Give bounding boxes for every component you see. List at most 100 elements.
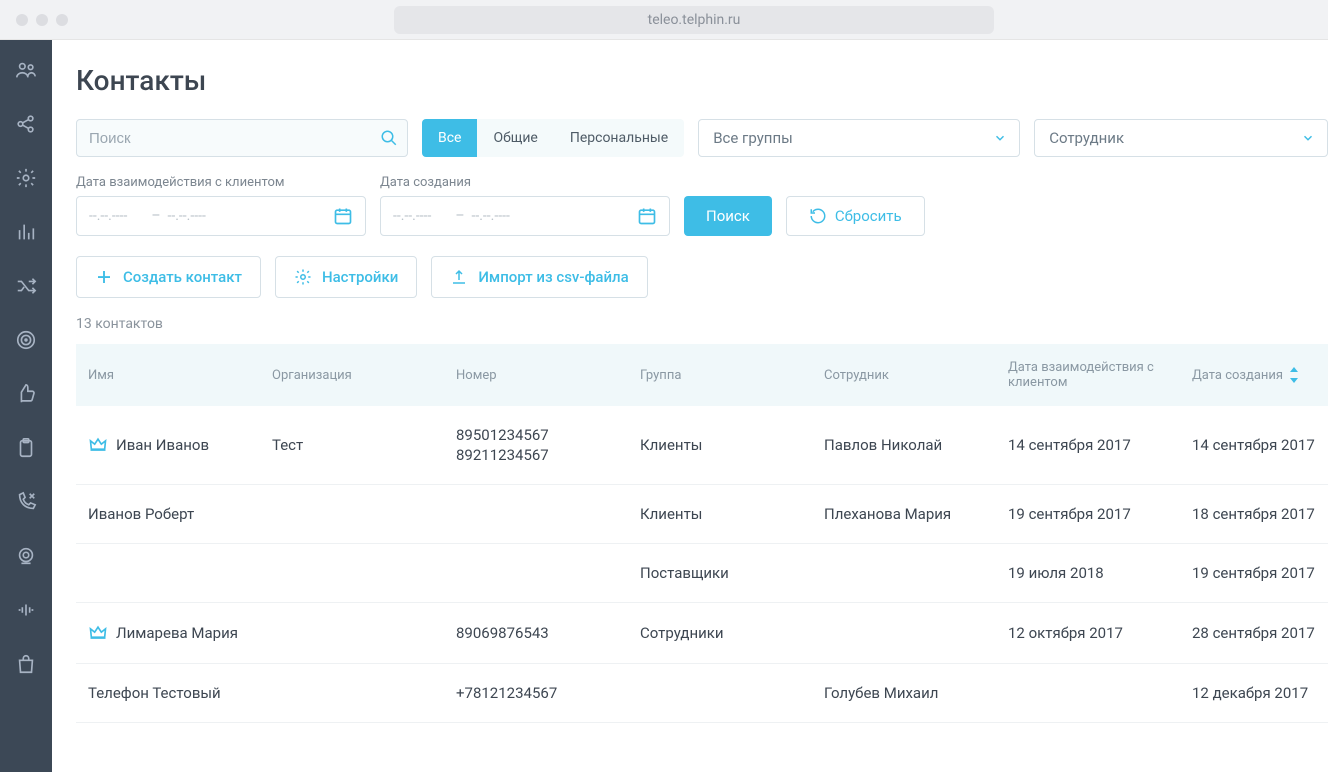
crown-icon: [88, 435, 108, 455]
col-group[interactable]: Группа: [640, 360, 820, 390]
sidebar: [0, 40, 52, 772]
cell-name: Иван Иванов: [88, 435, 268, 455]
date-created-input[interactable]: --.--.---- – --.--.----: [380, 196, 670, 236]
upload-icon: [450, 268, 468, 286]
page-title: Контакты: [76, 64, 1328, 97]
settings-label: Настройки: [322, 268, 398, 286]
search-input[interactable]: [76, 119, 408, 157]
date-from: --.--.----: [393, 208, 431, 224]
url-bar[interactable]: teleo.telphin.ru: [394, 6, 994, 34]
table-row[interactable]: Телефон Тестовый +78121234567 Голубев Миха…: [76, 664, 1328, 723]
cell-group: Клиенты: [640, 505, 820, 523]
traffic-light-maximize[interactable]: [56, 14, 68, 26]
create-contact-button[interactable]: Создать контакт: [76, 256, 261, 298]
cell-created: 12 декабря 2017: [1192, 684, 1328, 702]
scope-shared[interactable]: Общие: [477, 119, 553, 157]
cell-group: Клиенты: [640, 436, 820, 454]
create-label: Создать контакт: [123, 268, 242, 286]
cell-group: Сотрудники: [640, 624, 820, 642]
cell-created: 14 сентября 2017: [1192, 436, 1328, 454]
date-sep: –: [455, 208, 464, 224]
count-label: 13 контактов: [76, 316, 1328, 332]
nav-share-icon[interactable]: [14, 112, 38, 136]
date-from: --.--.----: [89, 208, 127, 224]
col-employee[interactable]: Сотрудник: [824, 360, 1004, 390]
col-created-label: Дата создания: [1192, 368, 1283, 383]
nav-settings-icon[interactable]: [14, 166, 38, 190]
nav-clipboard-icon[interactable]: [14, 436, 38, 460]
settings-button[interactable]: Настройки: [275, 256, 417, 298]
window-controls: [16, 14, 68, 26]
cell-group: Поставщики: [640, 564, 820, 582]
cell-interaction: 19 июля 2018: [1008, 564, 1188, 582]
reset-label: Сбросить: [835, 207, 902, 225]
calendar-icon: [637, 206, 657, 226]
cell-created: 19 сентября 2017: [1192, 564, 1328, 582]
nav-shuffle-icon[interactable]: [14, 274, 38, 298]
nav-shop-icon[interactable]: [14, 652, 38, 676]
cell-name: Телефон Тестовый: [88, 684, 268, 702]
table-row[interactable]: Лимарева Мария 89069876543Сотрудники 12 ок…: [76, 603, 1328, 664]
cell-employee: Плеханова Мария: [824, 505, 1004, 523]
traffic-light-close[interactable]: [16, 14, 28, 26]
nav-camera-icon[interactable]: [14, 544, 38, 568]
nav-audio-icon[interactable]: [14, 598, 38, 622]
date-interaction-input[interactable]: --.--.---- – --.--.----: [76, 196, 366, 236]
table-header: Имя Организация Номер Группа Сотрудник Д…: [76, 344, 1328, 406]
date-interaction-group: Дата взаимодействия с клиентом --.--.---…: [76, 175, 366, 236]
table-body: Иван ИвановТест8950123456789211234567Кли…: [76, 406, 1328, 723]
scope-all[interactable]: Все: [422, 119, 477, 157]
nav-stats-icon[interactable]: [14, 220, 38, 244]
col-created[interactable]: Дата создания: [1192, 360, 1328, 390]
reset-button[interactable]: Сбросить: [786, 196, 925, 236]
cell-interaction: 14 сентября 2017: [1008, 436, 1188, 454]
date-sep: –: [151, 208, 160, 224]
search-icon: [380, 129, 398, 147]
filters-row-2: Дата взаимодействия с клиентом --.--.---…: [76, 175, 1328, 236]
gear-icon: [294, 268, 312, 286]
date-to: --.--.----: [471, 208, 509, 224]
browser-chrome: teleo.telphin.ru: [0, 0, 1328, 40]
table-row[interactable]: Поставщики 19 июля 201819 сентября 2017: [76, 544, 1328, 603]
traffic-light-minimize[interactable]: [36, 14, 48, 26]
employee-select[interactable]: Сотрудник: [1034, 119, 1328, 157]
nav-phone-icon[interactable]: [14, 490, 38, 514]
date-interaction-label: Дата взаимодействия с клиентом: [76, 175, 366, 190]
filters-row-1: Все Общие Персональные Все группы Сотруд…: [76, 119, 1328, 157]
scope-segmented: Все Общие Персональные: [422, 119, 684, 157]
cell-name: Иванов Роберт: [88, 505, 268, 523]
search-box: [76, 119, 408, 157]
col-org[interactable]: Организация: [272, 360, 452, 390]
col-interaction[interactable]: Дата взаимодействия с клиентом: [1008, 360, 1188, 390]
cell-created: 18 сентября 2017: [1192, 505, 1328, 523]
actions-row: Создать контакт Настройки Импорт из csv-…: [76, 256, 1328, 298]
cell-number: 89069876543: [456, 624, 636, 642]
date-to: --.--.----: [167, 208, 205, 224]
nav-target-icon[interactable]: [14, 328, 38, 352]
chevron-down-icon: [1301, 131, 1315, 145]
table-row[interactable]: Иван ИвановТест8950123456789211234567Кли…: [76, 406, 1328, 485]
plus-icon: [95, 268, 113, 286]
employee-select-label: Сотрудник: [1049, 129, 1124, 147]
main-content: Контакты Все Общие Персональные Все груп…: [52, 40, 1328, 772]
reset-icon: [809, 207, 827, 225]
cell-number: +78121234567: [456, 684, 636, 702]
crown-icon: [88, 623, 108, 643]
cell-employee: Голубев Михаил: [824, 684, 1004, 702]
cell-employee: Павлов Николай: [824, 436, 1004, 454]
col-number[interactable]: Номер: [456, 360, 636, 390]
table-row[interactable]: Иванов РобертКлиентыПлеханова Мария19 се…: [76, 485, 1328, 544]
scope-personal[interactable]: Персональные: [554, 119, 684, 157]
group-select[interactable]: Все группы: [698, 119, 1020, 157]
cell-name: Лимарева Мария: [88, 623, 268, 643]
col-name[interactable]: Имя: [88, 360, 268, 390]
chevron-down-icon: [993, 131, 1007, 145]
search-button[interactable]: Поиск: [684, 196, 772, 236]
import-label: Импорт из csv-файла: [478, 268, 628, 286]
import-button[interactable]: Импорт из csv-файла: [431, 256, 647, 298]
sort-icon: [1289, 367, 1299, 383]
cell-interaction: 12 октября 2017: [1008, 624, 1188, 642]
group-select-label: Все группы: [713, 129, 793, 147]
nav-thumbs-icon[interactable]: [14, 382, 38, 406]
nav-contacts-icon[interactable]: [14, 58, 38, 82]
